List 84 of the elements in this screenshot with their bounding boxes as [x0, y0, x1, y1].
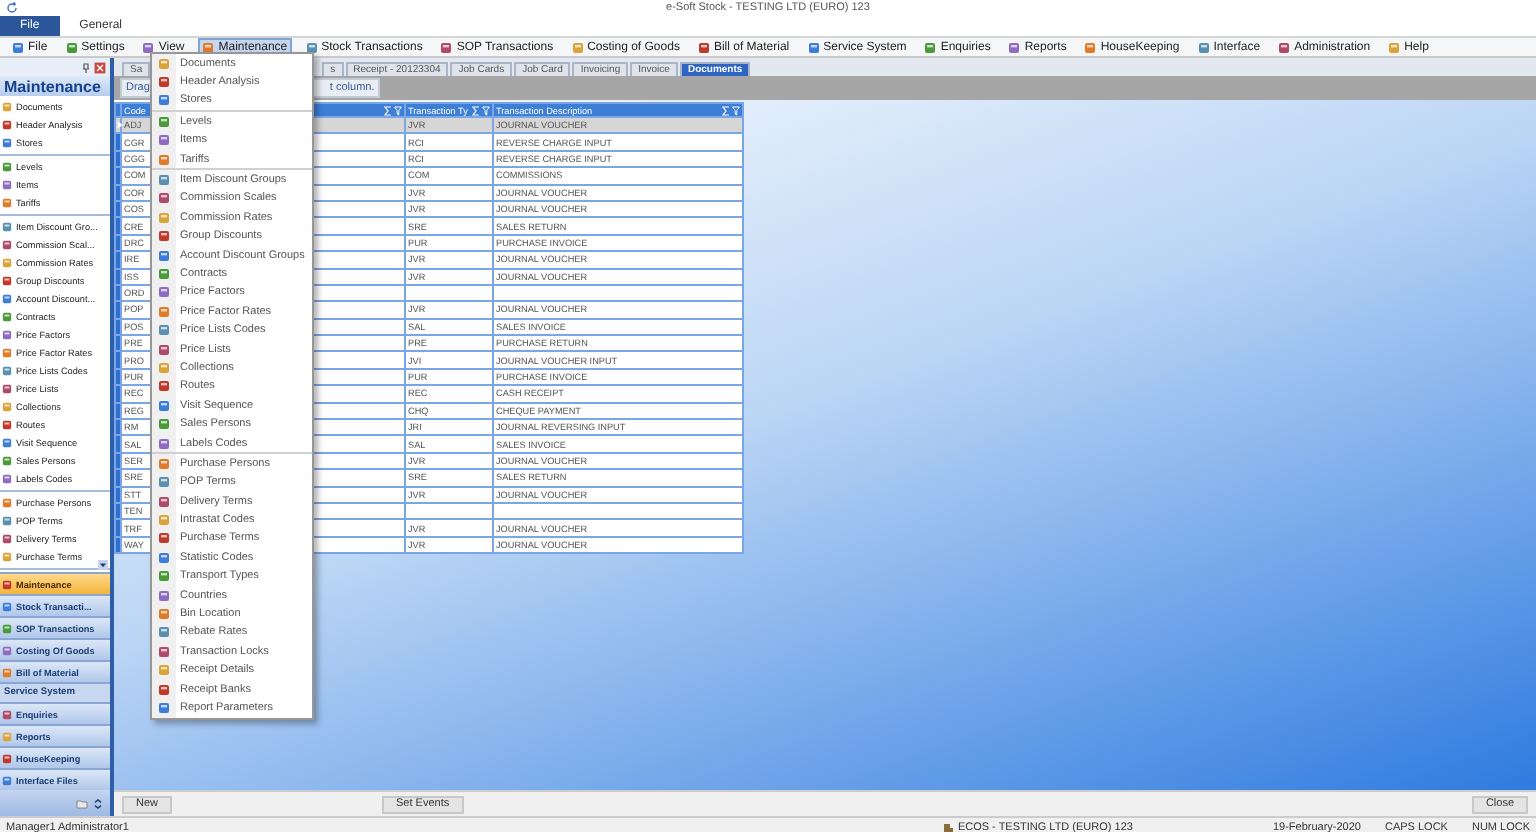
row-indicator[interactable]	[115, 284, 121, 302]
tile-icon	[158, 324, 170, 337]
tile-icon	[158, 57, 170, 70]
row-indicator[interactable]	[115, 452, 121, 470]
tile-icon	[158, 664, 170, 677]
row-indicator[interactable]	[115, 184, 121, 201]
tile-icon	[158, 115, 170, 128]
folder-icon[interactable]	[76, 797, 88, 809]
tile-icon	[158, 476, 170, 489]
tile-icon	[158, 589, 170, 602]
pin-icon[interactable]	[80, 61, 92, 73]
row-indicator[interactable]	[115, 318, 121, 336]
row-indicator[interactable]	[115, 335, 121, 352]
tile-icon	[158, 701, 170, 714]
row-indicator[interactable]	[115, 469, 121, 487]
tile-icon	[158, 211, 170, 224]
tile-icon	[158, 514, 170, 527]
tile-icon	[158, 399, 170, 412]
row-indicator[interactable]	[115, 150, 121, 168]
refresh-icon[interactable]	[6, 2, 18, 14]
row-indicator[interactable]	[115, 133, 121, 151]
scroll-down-icon[interactable]	[98, 560, 108, 570]
tile-icon	[2, 709, 12, 719]
tile-icon	[158, 495, 170, 508]
tile-icon	[2, 623, 12, 633]
tile-icon	[2, 579, 12, 589]
tile-icon	[158, 305, 170, 318]
sigma-icon[interactable]	[722, 105, 730, 115]
tile-icon	[158, 570, 170, 583]
row-indicator[interactable]	[115, 519, 121, 537]
tile-icon	[158, 457, 170, 470]
tile-icon	[2, 667, 12, 677]
filter-icon[interactable]	[732, 105, 740, 115]
tile-icon	[158, 76, 170, 89]
tile-icon	[158, 380, 170, 393]
tile-icon	[158, 267, 170, 280]
tile-icon	[2, 601, 12, 611]
tile-icon	[158, 153, 170, 166]
row-indicator[interactable]	[115, 402, 121, 420]
chevron-icon[interactable]	[92, 797, 104, 809]
tile-icon	[158, 174, 170, 187]
tile-icon	[158, 286, 170, 299]
tile-icon	[158, 418, 170, 431]
tile-icon	[158, 361, 170, 374]
row-indicator[interactable]	[115, 234, 121, 252]
filter-icon[interactable]	[394, 105, 402, 115]
tile-icon	[158, 551, 170, 564]
tile-icon	[2, 645, 12, 655]
tile-icon	[158, 134, 170, 147]
row-indicator[interactable]	[115, 117, 121, 134]
tile-icon	[158, 230, 170, 243]
row-indicator[interactable]	[115, 368, 121, 386]
tile-icon	[2, 731, 12, 741]
row-indicator[interactable]	[115, 502, 121, 520]
row-indicator[interactable]	[115, 301, 121, 319]
row-indicator[interactable]	[115, 251, 121, 269]
row-indicator[interactable]	[115, 419, 121, 436]
tile-icon	[158, 683, 170, 696]
row-indicator[interactable]	[115, 385, 121, 403]
close-icon[interactable]	[94, 61, 106, 73]
row-indicator[interactable]	[115, 435, 121, 453]
tile-icon	[158, 343, 170, 356]
sigma-icon[interactable]	[472, 105, 480, 115]
row-indicator[interactable]	[115, 268, 121, 285]
tile-icon	[158, 192, 170, 205]
panel-title: Maintenance	[0, 76, 110, 96]
row-indicator[interactable]	[115, 200, 121, 218]
tile-icon	[158, 249, 170, 262]
tile-icon	[158, 437, 170, 449]
row-indicator[interactable]	[115, 486, 121, 503]
row-indicator[interactable]	[115, 217, 121, 235]
row-indicator[interactable]	[115, 351, 121, 369]
tile-icon	[158, 608, 170, 621]
tile-icon	[158, 532, 170, 545]
tile-icon	[158, 645, 170, 658]
tile-icon	[158, 626, 170, 639]
filter-icon[interactable]	[482, 105, 490, 115]
sigma-icon[interactable]	[384, 105, 392, 115]
row-indicator[interactable]	[115, 167, 121, 185]
tile-icon	[2, 775, 12, 785]
tile-icon	[2, 753, 12, 763]
tile-icon	[158, 94, 170, 107]
building-icon	[941, 821, 954, 832]
row-indicator[interactable]	[115, 536, 121, 554]
